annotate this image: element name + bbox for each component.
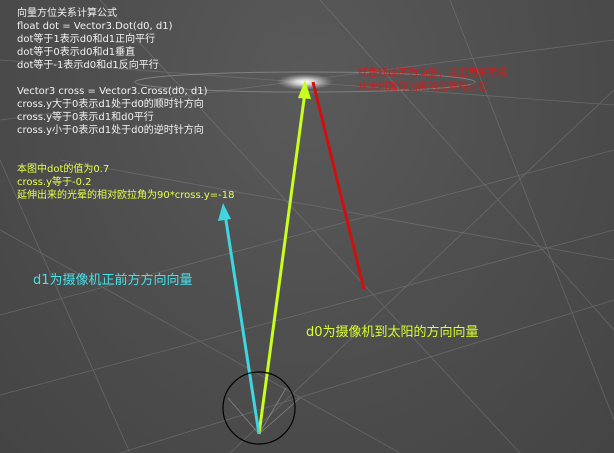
red-note-line: 红色线段不为向量，这里用来示意 — [358, 68, 508, 79]
value-line: cross.y等于-0.2 — [17, 177, 92, 188]
dot-formula-text: 向量方位关系计算公式 float dot = Vector3.Dot(d0, d… — [17, 7, 173, 72]
formula-line: dot等于1表示d0和d1正向平行 — [17, 34, 156, 45]
d1-vector-label: d1为摄像机正前方方向向量 — [33, 273, 193, 288]
formula-line: dot等于-1表示d0和d1反向平行 — [17, 60, 159, 71]
cross-line: cross.y大于0表示d1处于d0的顺时针方向 — [17, 99, 204, 110]
formula-line: float dot = Vector3.Dot(d0, d1) — [17, 21, 173, 32]
formula-line: 向量方位关系计算公式 — [17, 8, 117, 19]
cross-line: cross.y等于0表示d1和d0平行 — [17, 112, 154, 123]
value-line: 本图中dot的值为0.7 — [17, 164, 110, 175]
value-line: 延伸出来的光晕的相对欧拉角为90*cross.y=-18 — [17, 190, 235, 201]
formula-line: dot等于0表示d0和d1垂直 — [17, 47, 136, 58]
value-text: 本图中dot的值为0.7 cross.y等于-0.2 延伸出来的光晕的相对欧拉角… — [17, 163, 234, 202]
d1-arrowhead — [218, 203, 231, 221]
cross-formula-text: Vector3 cross = Vector3.Cross(d0, d1) cr… — [17, 85, 207, 137]
glow-segment-note: 红色线段不为向量，这里用来示意 从太阳延伸出来的光晕的方位 — [358, 67, 508, 95]
d0-vector-arrow — [257, 91, 307, 435]
red-note-line: 从太阳延伸出来的光晕的方位 — [358, 82, 488, 93]
glow-direction-segment — [311, 81, 366, 290]
cross-line: Vector3 cross = Vector3.Cross(d0, d1) — [17, 86, 208, 97]
d0-vector-label: d0为摄像机到太阳的方向向量 — [306, 325, 479, 340]
cross-line: cross.y小于0表示d1处于d0的逆时针方向 — [17, 125, 204, 136]
